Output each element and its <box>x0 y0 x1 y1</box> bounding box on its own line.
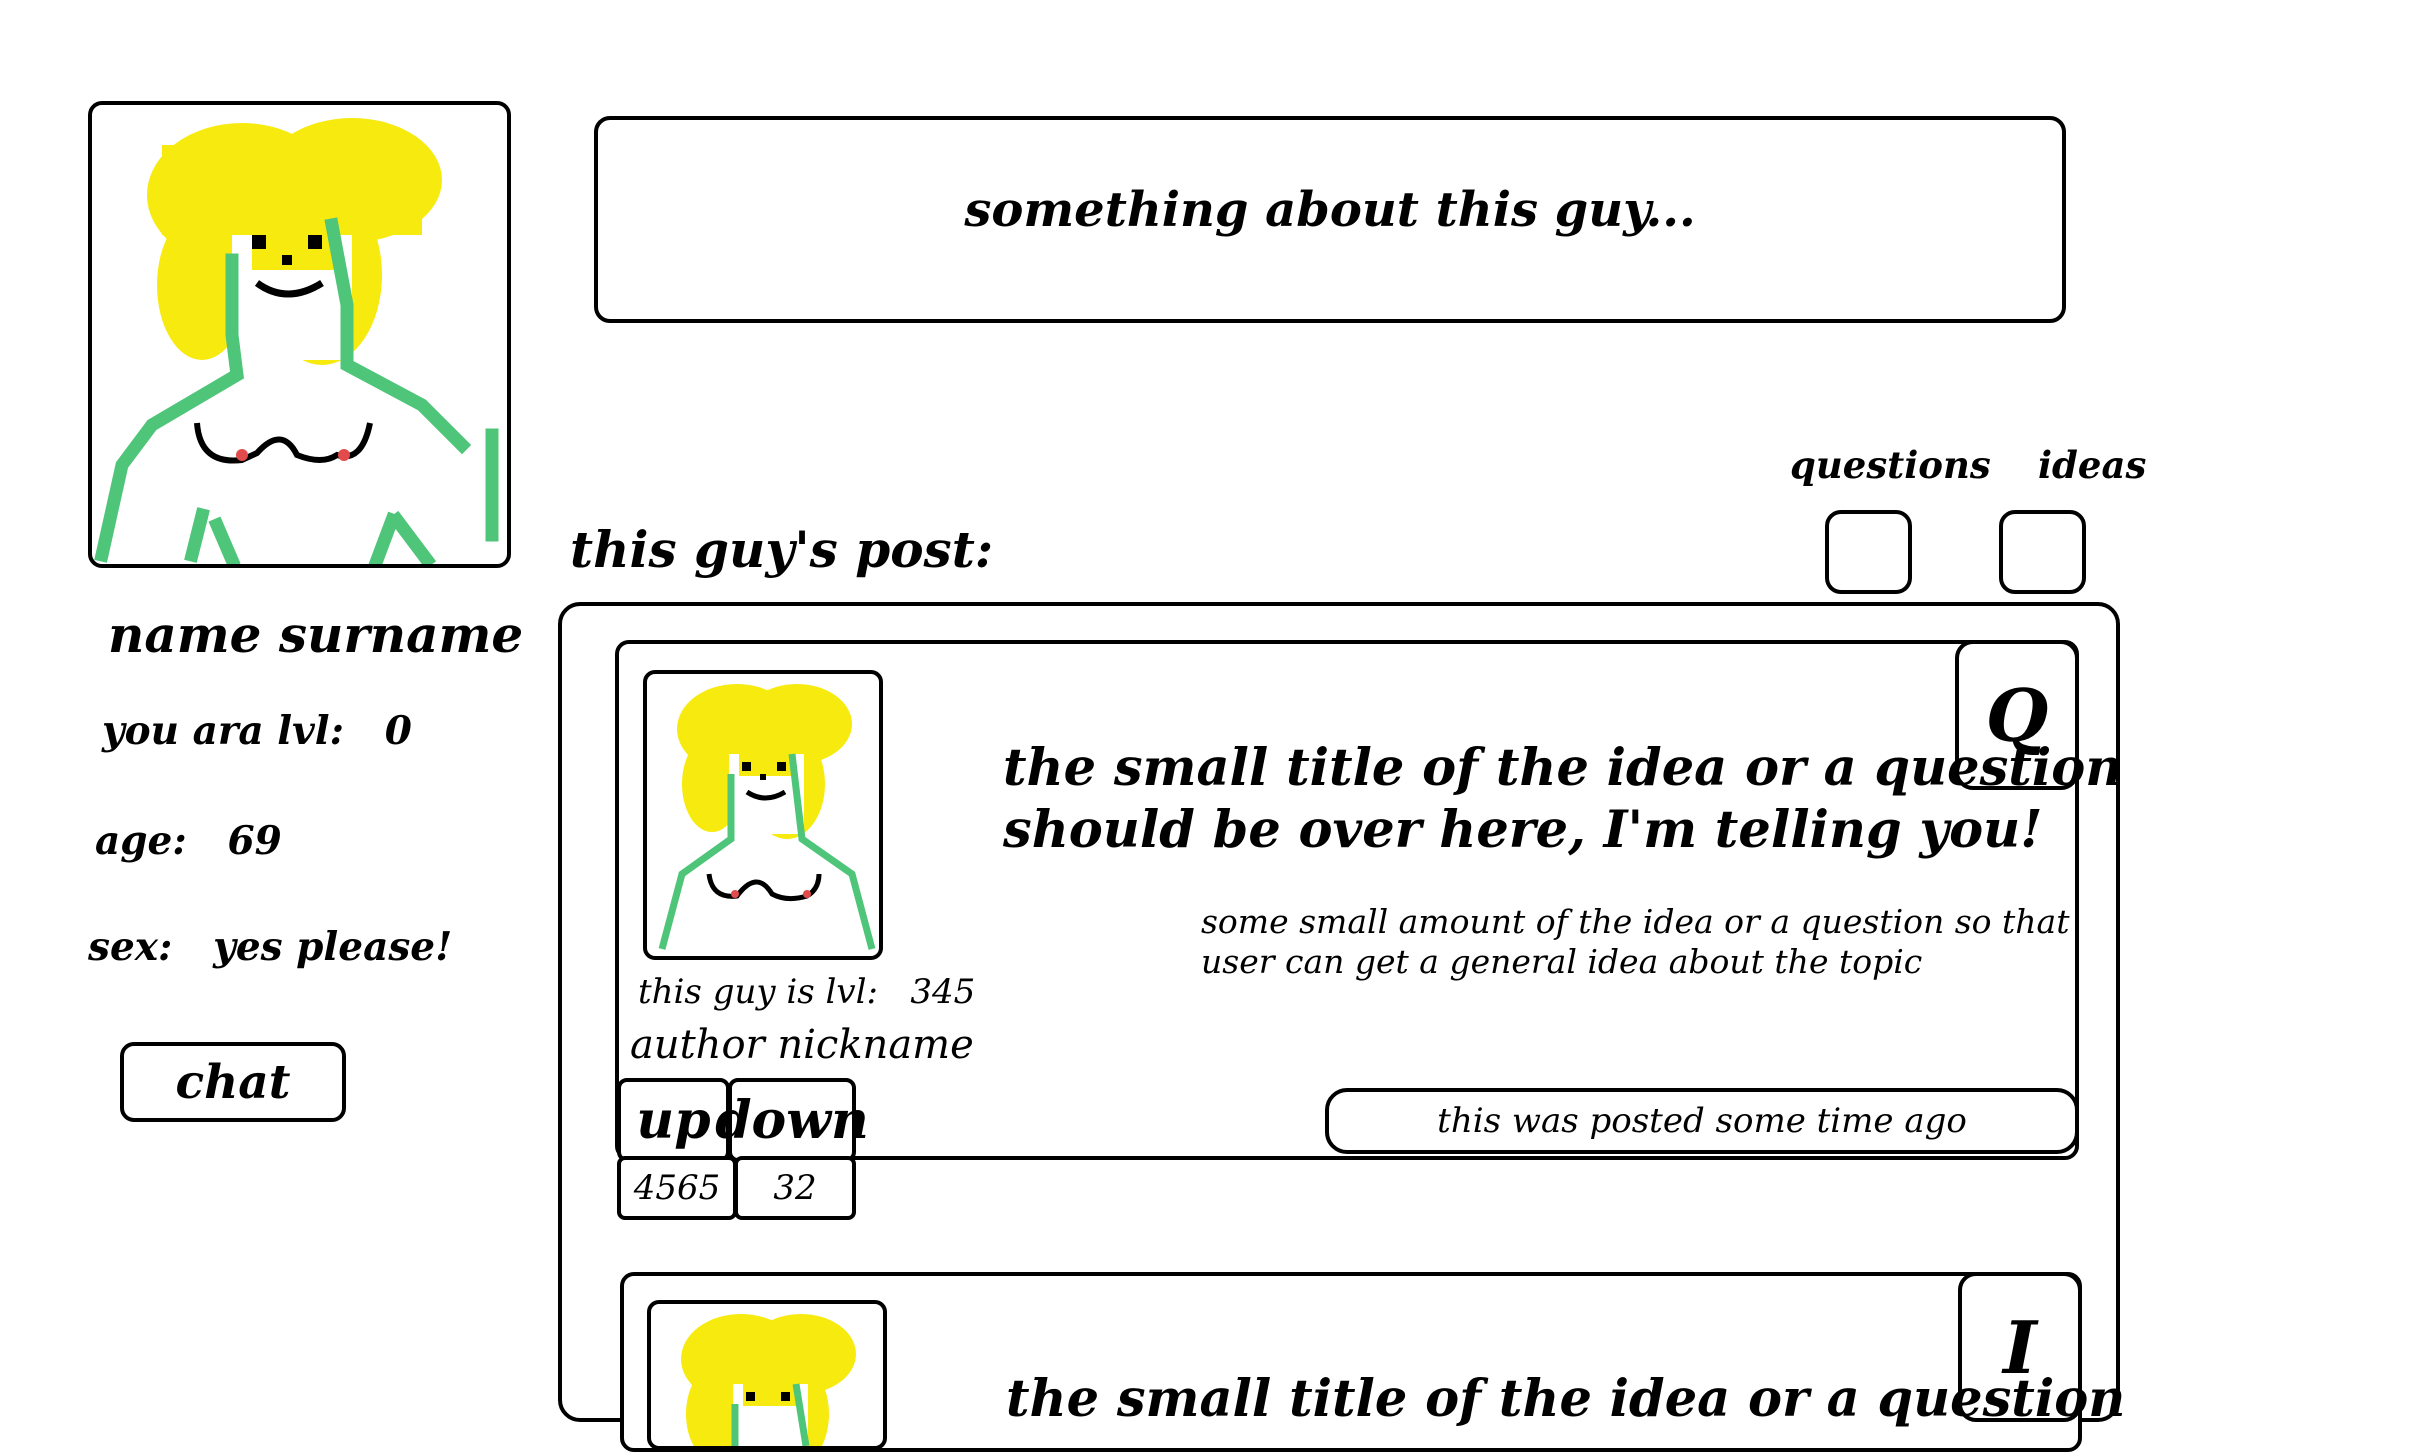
profile-level: you ara lvl: 0 <box>102 708 412 754</box>
post-excerpt-line: user can get a general idea about the to… <box>1201 942 1923 981</box>
upvote-count: 4565 <box>617 1156 737 1220</box>
post-author-level: this guy is lvl: 345 <box>638 972 975 1012</box>
downvote-button[interactable]: down <box>715 1078 869 1162</box>
portrait-icon <box>681 1314 856 1446</box>
profile-level-label: you ara lvl: <box>102 708 344 754</box>
post-title-line: the small title of the idea or a questio… <box>1003 738 2123 798</box>
filter-ideas-checkbox[interactable] <box>1999 510 2086 594</box>
profile-age: age: 69 <box>95 818 282 864</box>
profile-sex: sex: yes please! <box>88 924 452 970</box>
profile-level-value: 0 <box>384 708 412 754</box>
portrait-icon <box>94 118 499 570</box>
posts-section-title: this guy's post: <box>570 520 994 579</box>
filter-questions-label: questions <box>1790 443 1991 487</box>
post-author-level-value: 345 <box>910 972 976 1012</box>
post-title[interactable]: the small title of the idea or a questio… <box>1006 1368 2125 1430</box>
downvote-count: 32 <box>734 1156 856 1220</box>
profile-sex-label: sex: <box>88 924 173 970</box>
upvote-button[interactable]: up <box>617 1078 730 1162</box>
post-excerpt-line: some small amount of the idea or a quest… <box>1201 902 2070 941</box>
profile-name: name surname <box>108 605 524 664</box>
profile-sex-value: yes please! <box>213 924 453 970</box>
post-author-level-label: this guy is lvl: <box>638 972 878 1012</box>
chat-button[interactable]: chat <box>120 1042 346 1122</box>
post-title-line: should be over here, I'm telling you! <box>1003 800 2043 860</box>
filter-questions-checkbox[interactable] <box>1825 510 1912 594</box>
profile-age-label: age: <box>95 818 187 864</box>
post-author-avatar <box>647 1300 887 1450</box>
post-title[interactable]: the small title of the idea or a questio… <box>1003 737 2122 861</box>
about-box: something about this guy... <box>594 116 2066 323</box>
profile-age-value: 69 <box>227 818 282 864</box>
profile-avatar <box>88 101 511 570</box>
filter-ideas-label: ideas <box>2038 443 2147 487</box>
post-author-avatar <box>643 670 883 960</box>
post-author-nickname[interactable]: author nickname <box>630 1022 974 1068</box>
post-title-line: the small title of the idea or a questio… <box>1006 1369 2126 1429</box>
post-timestamp: this was posted some time ago <box>1325 1088 2079 1154</box>
portrait-icon <box>658 684 876 950</box>
post-excerpt: some small amount of the idea or a quest… <box>1201 902 2070 982</box>
about-text: something about this guy... <box>964 181 1696 238</box>
